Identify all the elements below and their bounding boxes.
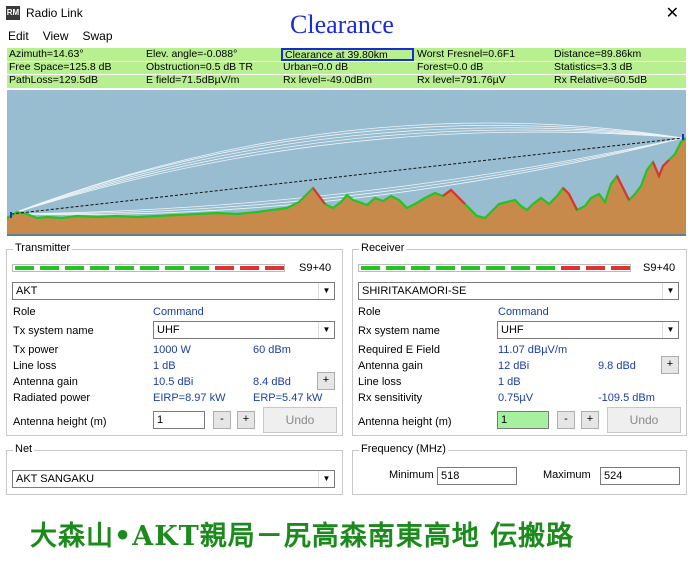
rx-signal-label: S9+40 <box>643 262 676 274</box>
stat-urban: Urban=0.0 dB <box>283 61 349 73</box>
rx-gain-dbi: 12 dBi <box>498 360 530 372</box>
stat-rx-relative: Rx Relative=60.5dB <box>554 74 648 86</box>
tx-station-value: AKT <box>16 285 38 297</box>
tx-height-label: Antenna height (m) <box>13 416 107 428</box>
link-statistics: Azimuth=14.63° Elev. angle=-0.088° Clear… <box>7 48 686 88</box>
tx-height-input[interactable]: 1 <box>153 411 205 429</box>
route-banner: 大森山•AKT親局－尻高森南東高地 伝搬路 <box>30 521 575 552</box>
frequency-caption: Frequency (MHz) <box>359 443 448 455</box>
stat-rx-level-uv: Rx level=791.76µV <box>417 74 506 86</box>
tx-system-select[interactable]: UHF ▼ <box>153 321 335 339</box>
rx-gain-label: Antenna gain <box>358 360 423 372</box>
stat-distance: Distance=89.86km <box>554 48 642 60</box>
stat-free-space: Free Space=125.8 dB <box>9 61 112 73</box>
tx-line-loss-label: Line loss <box>13 360 57 372</box>
rx-sensitivity-label: Rx sensitivity <box>358 392 423 404</box>
stat-elevation: Elev. angle=-0.088° <box>146 48 238 60</box>
stat-obstruction: Obstruction=0.5 dB TR <box>146 61 253 73</box>
stat-rx-level-dbm: Rx level=-49.0dBm <box>283 74 372 86</box>
window-title: Radio Link <box>26 6 83 20</box>
frequency-max-label: Maximum <box>543 469 591 481</box>
tx-system-label: Tx system name <box>13 325 94 337</box>
tx-gain-plus-button[interactable]: + <box>317 372 335 390</box>
tx-signal-label: S9+40 <box>299 262 332 274</box>
frequency-min-input[interactable]: 518 <box>437 467 517 485</box>
close-icon[interactable]: ✕ <box>666 3 679 23</box>
tx-gain-dbd: 8.4 dBd <box>253 376 291 388</box>
rx-station-value: SHIRITAKAMORI-SE <box>362 285 467 297</box>
tx-gain-label: Antenna gain <box>13 376 78 388</box>
rx-station-select[interactable]: SHIRITAKAMORI-SE ▼ <box>358 282 679 300</box>
transmitter-caption: Transmitter <box>13 242 73 254</box>
title-bar: RM Radio Link Clearance ✕ <box>0 0 693 39</box>
transmitter-panel: Transmitter S9+40 AKT ▼ Role Command Tx … <box>6 242 343 436</box>
tx-station-select[interactable]: AKT ▼ <box>12 282 335 300</box>
rx-sensitivity-uv: 0.75µV <box>498 392 534 404</box>
net-value: AKT SANGAKU <box>16 473 95 485</box>
tx-erp: ERP=5.47 kW <box>253 392 323 404</box>
chevron-down-icon: ▼ <box>318 283 334 299</box>
tx-role-value: Command <box>153 306 204 318</box>
tx-eirp: EIRP=8.97 kW <box>153 392 226 404</box>
stat-clearance[interactable]: Clearance at 39.80km <box>281 48 414 61</box>
menu-bar: Edit View Swap <box>0 26 693 46</box>
net-select[interactable]: AKT SANGAKU ▼ <box>12 470 335 488</box>
rx-sensitivity-dbm: -109.5 dBm <box>598 392 655 404</box>
app-icon: RM <box>6 6 20 20</box>
tx-system-value: UHF <box>157 324 180 336</box>
profile-graphic <box>7 122 686 234</box>
rx-line-loss-value: 1 dB <box>498 376 521 388</box>
tx-power-w: 1000 W <box>153 344 191 356</box>
net-caption: Net <box>13 443 35 455</box>
tx-signal-meter <box>12 264 285 272</box>
rx-undo-button[interactable]: Undo <box>607 407 681 433</box>
rx-height-label: Antenna height (m) <box>358 416 452 428</box>
stat-worst-fresnel: Worst Fresnel=0.6F1 <box>417 48 516 60</box>
rx-gain-plus-button[interactable]: + <box>661 356 679 374</box>
tx-role-label: Role <box>13 306 36 318</box>
stat-azimuth: Azimuth=14.63° <box>9 48 84 60</box>
menu-edit[interactable]: Edit <box>8 29 29 43</box>
chevron-down-icon: ▼ <box>318 471 334 487</box>
stats-divider <box>7 61 686 62</box>
stat-e-field: E field=71.5dBµV/m <box>146 74 240 86</box>
stats-divider <box>7 74 686 75</box>
frequency-max-input[interactable]: 524 <box>600 467 680 485</box>
frequency-panel: Frequency (MHz) Minimum 518 Maximum 524 <box>352 443 687 495</box>
tx-line-loss-value: 1 dB <box>153 360 176 372</box>
rx-signal-meter <box>358 264 631 272</box>
rx-system-label: Rx system name <box>358 325 440 337</box>
rx-field-label: Required E Field <box>358 344 440 356</box>
rx-system-value: UHF <box>501 324 524 336</box>
rx-gain-dbd: 9.8 dBd <box>598 360 636 372</box>
net-panel: Net AKT SANGAKU ▼ <box>6 443 343 495</box>
stat-path-loss: PathLoss=129.5dB <box>9 74 99 86</box>
rx-height-minus-button[interactable]: - <box>557 411 575 429</box>
rx-field-value: 11.07 dBµV/m <box>498 344 568 356</box>
tx-undo-button[interactable]: Undo <box>263 407 337 433</box>
rx-height-input[interactable]: 1 <box>497 411 549 429</box>
menu-view[interactable]: View <box>43 29 69 43</box>
rx-line-loss-label: Line loss <box>358 376 402 388</box>
tx-gain-dbi: 10.5 dBi <box>153 376 194 388</box>
receiver-caption: Receiver <box>359 242 407 254</box>
rx-height-plus-button[interactable]: + <box>581 411 599 429</box>
tx-power-dbm: 60 dBm <box>253 344 291 356</box>
tx-radiated-label: Radiated power <box>13 392 91 404</box>
chevron-down-icon: ▼ <box>318 322 334 338</box>
stat-statistics: Statistics=3.3 dB <box>554 61 633 73</box>
tx-height-plus-button[interactable]: + <box>237 411 255 429</box>
tx-power-label: Tx power <box>13 344 59 356</box>
rx-role-label: Role <box>358 306 381 318</box>
chevron-down-icon: ▼ <box>662 283 678 299</box>
receiver-panel: Receiver S9+40 SHIRITAKAMORI-SE ▼ Role C… <box>352 242 687 436</box>
terrain-profile[interactable] <box>7 90 686 236</box>
rx-role-value: Command <box>498 306 549 318</box>
rx-system-select[interactable]: UHF ▼ <box>497 321 679 339</box>
tx-height-minus-button[interactable]: - <box>213 411 231 429</box>
stat-forest: Forest=0.0 dB <box>417 61 484 73</box>
menu-swap[interactable]: Swap <box>82 29 112 43</box>
frequency-min-label: Minimum <box>389 469 434 481</box>
chevron-down-icon: ▼ <box>662 322 678 338</box>
